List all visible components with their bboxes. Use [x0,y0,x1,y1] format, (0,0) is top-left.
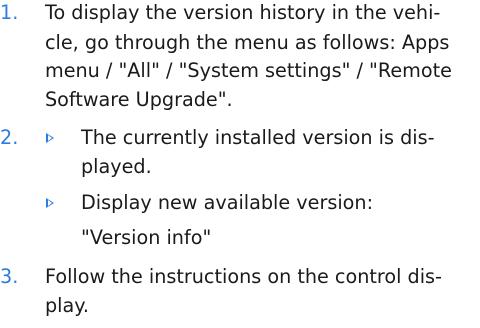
step-text-line: Software Upgrade". [45,88,233,111]
step-text-line: cle, go through the menu as follows: App… [45,31,450,54]
version-info-text: "Version info" [81,226,212,249]
bullet-text-line: played. [81,155,152,178]
bullet-text-line: Display new available version: [81,191,374,214]
step-number: 1. [0,1,19,24]
instruction-list: 1. To display the version history in the… [0,0,480,328]
bullet-text-line: The currently installed version is dis- [81,126,435,149]
step-text-line: play. [45,294,89,317]
step-number: 2. [0,126,19,149]
step-number: 3. [0,265,19,288]
step-text-line: To display the version history in the ve… [45,1,441,24]
step-text-line: Follow the instructions on the control d… [45,265,442,288]
triangle-bullet-icon [46,198,54,208]
step-text-line: menu / "All" / "System settings" / "Remo… [45,59,452,82]
triangle-bullet-icon [46,133,54,143]
